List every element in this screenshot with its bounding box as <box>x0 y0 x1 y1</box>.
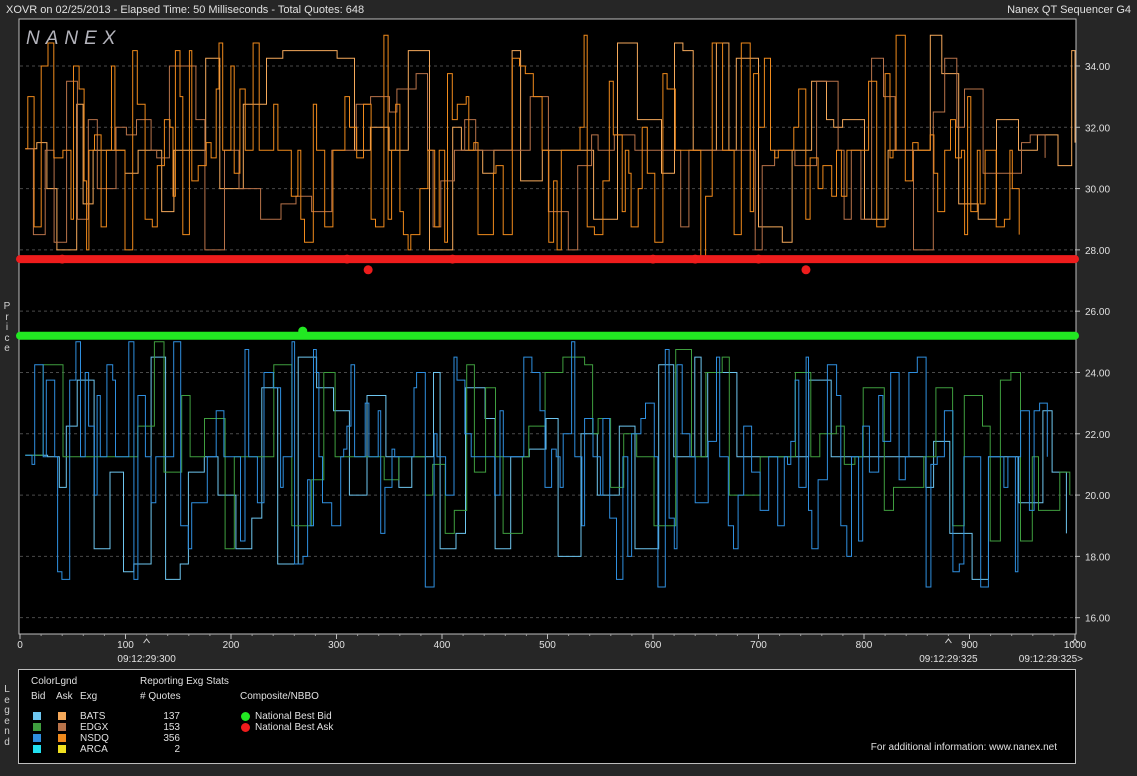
series-marker-nbbo-ask <box>801 265 811 275</box>
y-tick-label: 34.00 <box>1085 62 1110 73</box>
time-label: 09:12:29:325> <box>1019 654 1083 665</box>
composite-title: Composite/NBBO <box>240 691 319 702</box>
legend-nbbo-dot <box>241 723 250 732</box>
series-marker-nbbo-ask <box>754 254 763 264</box>
x-tick-label: 100 <box>117 640 134 651</box>
legend-col-bid: Bid <box>31 691 46 702</box>
x-tick-label: 1000 <box>1064 640 1087 651</box>
legend-quote-count: 2 <box>174 744 180 755</box>
stats-title: Reporting Exg Stats <box>140 676 229 687</box>
legend-exchange-name: EDGX <box>80 722 109 733</box>
y-tick-label: 18.00 <box>1085 552 1110 563</box>
legend-quote-count: 153 <box>163 722 180 733</box>
y-axis-title: Price <box>3 301 11 354</box>
legend-quote-count: 137 <box>163 711 180 722</box>
series-marker-nbbo-ask <box>648 254 658 264</box>
x-tick-label: 700 <box>750 640 767 651</box>
legend-quote-count: 356 <box>163 733 180 744</box>
legend-col-ask: Ask <box>56 691 73 702</box>
time-marker <box>945 638 952 644</box>
series-marker-nbbo-ask <box>448 254 458 264</box>
legend-ask-swatch <box>58 745 66 753</box>
legend-exchange-name: NSDQ <box>80 733 109 744</box>
y-tick-label: 20.00 <box>1085 491 1110 502</box>
y-tick-label: 22.00 <box>1085 430 1110 441</box>
x-tick-label: 200 <box>223 640 240 651</box>
plot-area <box>18 18 1077 635</box>
legend-ask-swatch <box>58 723 66 731</box>
legend-nbbo-dot <box>241 712 250 721</box>
legend-ask-swatch <box>58 712 66 720</box>
legend-bid-swatch <box>33 745 41 753</box>
time-label: 09:12:29:325 <box>919 654 978 665</box>
series-marker-nbbo-ask <box>57 254 67 264</box>
legend-panel: ColorLgnd Bid Ask Exg Reporting Exg Stat… <box>18 669 1076 764</box>
series-marker-nbbo-ask <box>690 254 700 264</box>
time-label: 09:12:29:300 <box>117 654 176 665</box>
time-marker <box>143 638 150 644</box>
stats-col-quotes: # Quotes <box>140 691 181 702</box>
series-marker-nbbo-bid <box>298 326 308 336</box>
series-marker-nbbo-ask <box>363 265 373 275</box>
y-tick-label: 24.00 <box>1085 368 1110 379</box>
y-tick-label: 16.00 <box>1085 614 1110 625</box>
legend-nbbo-name: National Best Ask <box>255 722 334 733</box>
y-tick-label: 30.00 <box>1085 185 1110 196</box>
y-tick-label: 26.00 <box>1085 307 1110 318</box>
x-tick-label: 600 <box>645 640 662 651</box>
legend-exchange-name: BATS <box>80 711 106 722</box>
x-tick-label: 0 <box>17 640 23 651</box>
nanex-logo: NANEX <box>26 28 121 49</box>
legend-bid-swatch <box>33 712 41 720</box>
legend-ask-swatch <box>58 734 66 742</box>
color-legend-title: ColorLgnd <box>31 676 78 687</box>
legend-col-exg: Exg <box>80 691 98 702</box>
legend-nbbo-name: National Best Bid <box>255 711 332 722</box>
legend-bid-swatch <box>33 734 41 742</box>
y-tick-label: 32.00 <box>1085 123 1110 134</box>
x-tick-label: 500 <box>539 640 556 651</box>
series-marker-nbbo-ask <box>342 254 352 264</box>
legend-side-label: Legend <box>4 684 10 748</box>
legend-bid-swatch <box>33 723 41 731</box>
x-tick-label: 400 <box>434 640 451 651</box>
x-tick-label: 900 <box>961 640 978 651</box>
x-tick-label: 300 <box>328 640 345 651</box>
legend-exchange-name: ARCA <box>80 744 108 755</box>
price-chart: 16.00 18.00 20.00 22.00 24.00 26.00 28.00 30.00… <box>16 18 1110 665</box>
y-tick-label: 28.00 <box>1085 246 1110 257</box>
legend-footer: For additional information: www.nanex.ne… <box>870 742 1057 753</box>
x-tick-label: 800 <box>856 640 873 651</box>
